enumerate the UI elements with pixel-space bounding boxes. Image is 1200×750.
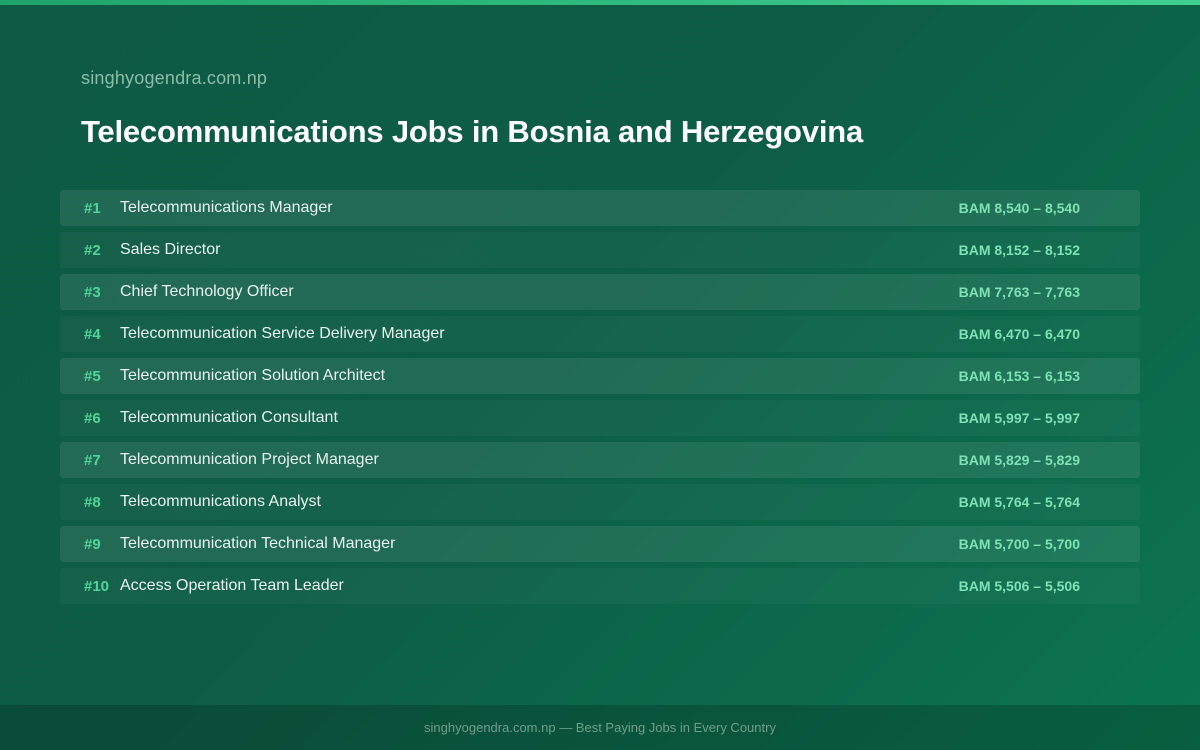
job-row: #2 Sales Director BAM 8,152 – 8,152 xyxy=(60,232,1140,268)
page-title: Telecommunications Jobs in Bosnia and He… xyxy=(81,114,864,149)
job-row: #9 Telecommunication Technical Manager B… xyxy=(60,526,1140,562)
job-salary: BAM 8,152 – 8,152 xyxy=(958,242,1080,258)
job-title: Telecommunications Analyst xyxy=(120,493,321,510)
job-salary: BAM 5,997 – 5,997 xyxy=(958,410,1080,426)
job-rank: #1 xyxy=(84,199,101,217)
job-row: #3 Chief Technology Officer BAM 7,763 – … xyxy=(60,274,1140,310)
job-salary: BAM 5,829 – 5,829 xyxy=(958,452,1080,468)
job-salary: BAM 6,470 – 6,470 xyxy=(958,326,1080,342)
job-salary: BAM 5,764 – 5,764 xyxy=(958,494,1080,510)
job-salary: BAM 7,763 – 7,763 xyxy=(958,284,1080,300)
job-rank: #5 xyxy=(84,367,101,385)
job-title: Telecommunication Service Delivery Manag… xyxy=(120,325,445,342)
job-rank: #3 xyxy=(84,283,101,301)
job-row: #8 Telecommunications Analyst BAM 5,764 … xyxy=(60,484,1140,520)
job-title: Access Operation Team Leader xyxy=(120,577,344,594)
site-name: singhyogendra.com.np xyxy=(81,68,268,88)
job-row: #5 Telecommunication Solution Architect … xyxy=(60,358,1140,394)
job-title: Telecommunication Consultant xyxy=(120,409,338,426)
job-title: Chief Technology Officer xyxy=(120,283,294,300)
job-row: #6 Telecommunication Consultant BAM 5,99… xyxy=(60,400,1140,436)
footer: singhyogendra.com.np — Best Paying Jobs … xyxy=(0,705,1200,750)
job-title: Telecommunication Technical Manager xyxy=(120,535,396,552)
job-title: Telecommunication Solution Architect xyxy=(120,367,386,384)
job-list: #1 Telecommunications Manager BAM 8,540 … xyxy=(60,190,1140,610)
job-title: Telecommunications Manager xyxy=(120,199,333,216)
job-rank: #4 xyxy=(84,325,101,343)
job-title: Sales Director xyxy=(120,241,221,258)
job-row: #7 Telecommunication Project Manager BAM… xyxy=(60,442,1140,478)
job-title: Telecommunication Project Manager xyxy=(120,451,379,468)
job-rank: #8 xyxy=(84,493,101,511)
top-accent-bar xyxy=(0,0,1200,5)
job-salary: BAM 8,540 – 8,540 xyxy=(958,200,1080,216)
job-row: #10 Access Operation Team Leader BAM 5,5… xyxy=(60,568,1140,604)
job-rank: #10 xyxy=(84,577,110,595)
job-rank: #2 xyxy=(84,241,101,259)
job-row: #1 Telecommunications Manager BAM 8,540 … xyxy=(60,190,1140,226)
footer-text: singhyogendra.com.np — Best Paying Jobs … xyxy=(424,720,776,735)
job-salary: BAM 5,700 – 5,700 xyxy=(958,536,1080,552)
job-salary: BAM 6,153 – 6,153 xyxy=(958,368,1080,384)
job-rank: #7 xyxy=(84,451,101,469)
job-rank: #6 xyxy=(84,409,101,427)
job-row: #4 Telecommunication Service Delivery Ma… xyxy=(60,316,1140,352)
job-salary: BAM 5,506 – 5,506 xyxy=(958,578,1080,594)
job-rank: #9 xyxy=(84,535,101,553)
